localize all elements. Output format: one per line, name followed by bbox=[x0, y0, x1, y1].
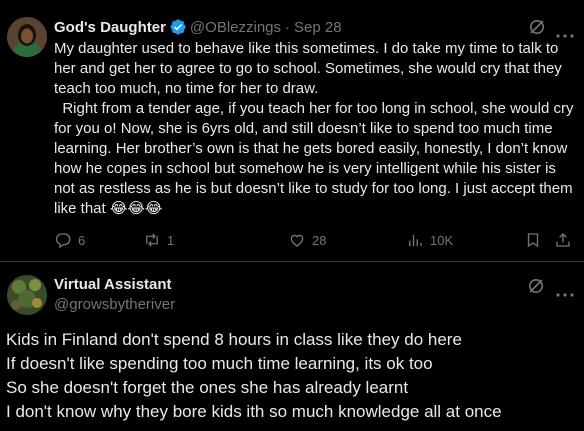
author-name[interactable]: Virtual Assistant bbox=[54, 276, 172, 293]
repost-button[interactable]: 1 bbox=[143, 231, 174, 249]
reply-post[interactable]: Virtual Assistant @growsbytheriver Kids … bbox=[0, 263, 584, 431]
reply-button[interactable]: 6 bbox=[54, 231, 85, 249]
views-count: 10K bbox=[430, 232, 454, 248]
avatar[interactable] bbox=[7, 275, 47, 315]
tweet-post[interactable]: God's Daughter @OBlezzings · Sep 28 My d… bbox=[0, 0, 584, 262]
more-icon[interactable] bbox=[556, 284, 574, 297]
verified-badge-icon[interactable] bbox=[169, 18, 187, 36]
more-icon[interactable] bbox=[556, 25, 574, 38]
repost-icon bbox=[146, 233, 158, 247]
author-handle[interactable]: @OBlezzings bbox=[190, 19, 281, 36]
separator-dot: · bbox=[285, 18, 291, 36]
text-line: I don't know why they bore kids ith so m… bbox=[6, 402, 502, 421]
like-count: 28 bbox=[312, 232, 327, 248]
share-icon bbox=[556, 233, 570, 247]
post-date[interactable]: Sep 28 bbox=[294, 19, 342, 36]
views-button[interactable]: 10K bbox=[406, 231, 453, 249]
share-button[interactable] bbox=[554, 231, 578, 249]
tweet-header: God's Daughter @OBlezzings · Sep 28 bbox=[54, 17, 342, 37]
tweet-actions: 6 1 28 10K bbox=[54, 231, 574, 253]
tweet-text: Kids in Finland don't spend 8 hours in c… bbox=[6, 328, 580, 424]
like-button[interactable]: 28 bbox=[288, 231, 326, 249]
text-line: Kids in Finland don't spend 8 hours in c… bbox=[6, 330, 462, 349]
text-line: If doesn't like spending too much time l… bbox=[6, 354, 433, 373]
like-icon bbox=[290, 234, 304, 247]
tweet-text: My daughter used to behave like this som… bbox=[54, 40, 574, 217]
bookmark-icon bbox=[527, 233, 539, 248]
author-handle[interactable]: @growsbytheriver bbox=[54, 296, 175, 313]
reply-count: 6 bbox=[78, 232, 86, 248]
views-icon bbox=[409, 234, 422, 246]
bookmark-button[interactable] bbox=[524, 231, 548, 249]
avatar[interactable] bbox=[7, 17, 47, 57]
text-line: So she doesn't forget the ones she has a… bbox=[6, 378, 409, 397]
grok-icon[interactable] bbox=[528, 278, 544, 294]
reply-icon bbox=[55, 233, 71, 249]
repost-count: 1 bbox=[167, 232, 175, 248]
author-name[interactable]: God's Daughter bbox=[54, 19, 166, 36]
grok-icon[interactable] bbox=[529, 19, 545, 35]
